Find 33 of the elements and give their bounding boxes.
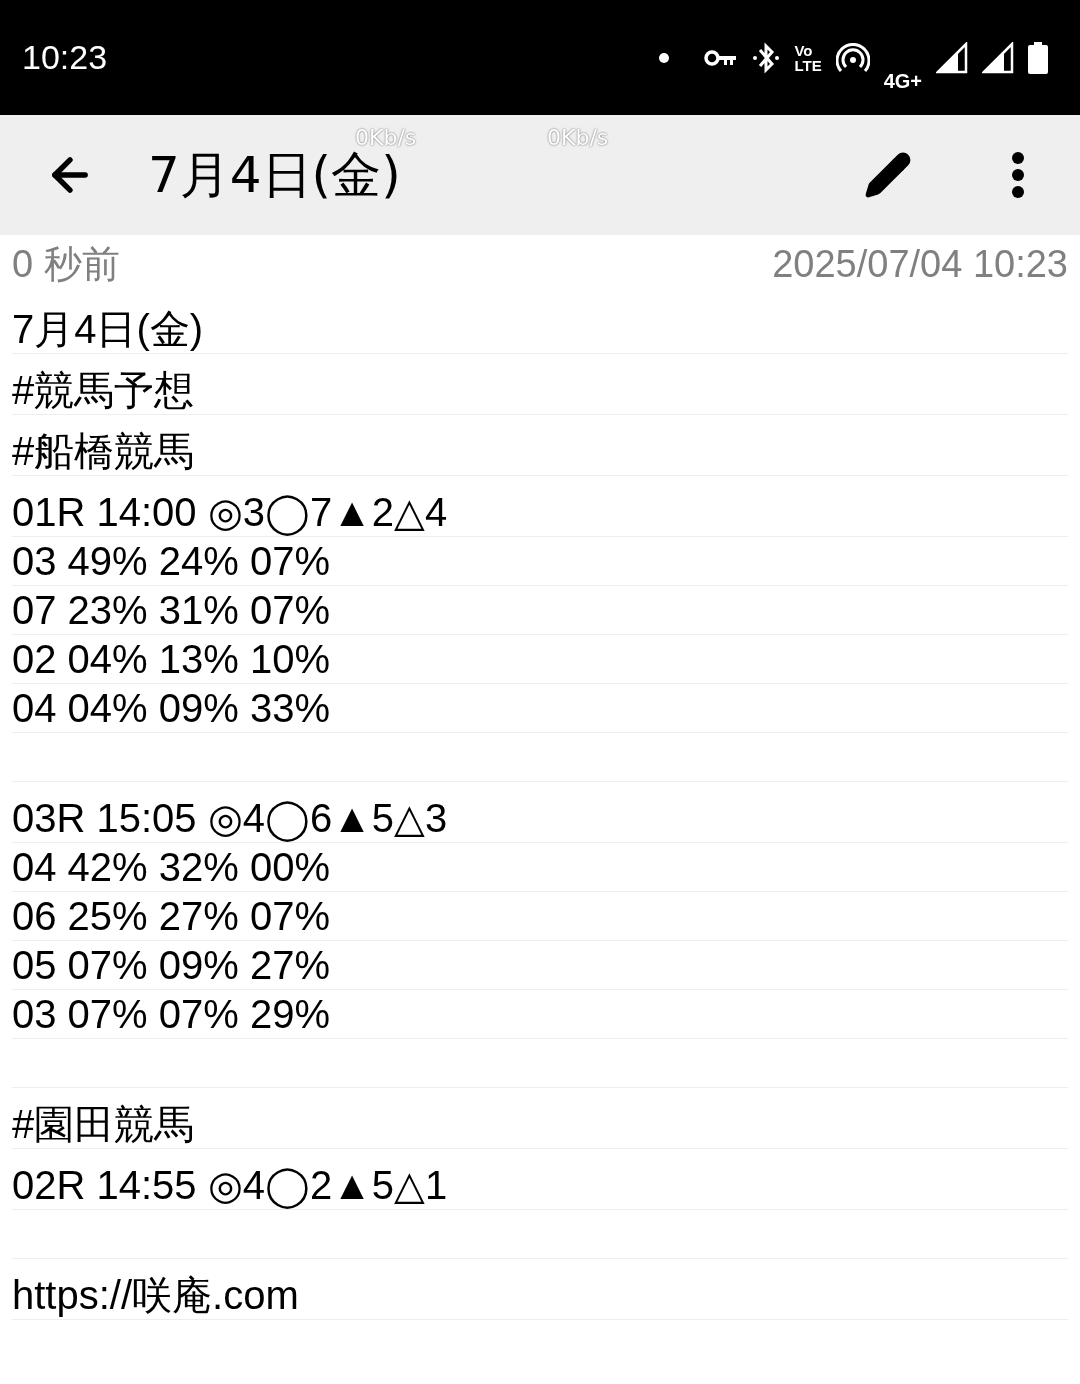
speed-overlay: 0Kb/s: [355, 126, 417, 150]
more-icon: [1011, 151, 1025, 199]
note-line: 03 07% 07% 29%: [12, 991, 330, 1038]
note-line: 03R 15:05 ◎4◯6▲5△3: [12, 795, 448, 842]
volte-icon: Vo LTE: [794, 42, 822, 73]
note-line: 03 49% 24% 07%: [12, 538, 330, 585]
note-line: 01R 14:00 ◎3◯7▲2△4: [12, 489, 448, 536]
toolbar-title: 7月4日(金): [148, 151, 401, 199]
timestamp: 2025/07/04 10:23: [772, 241, 1068, 287]
signal-icon: [982, 41, 1014, 74]
note-line: 02R 14:55 ◎4◯2▲5△1: [12, 1162, 448, 1209]
pencil-icon: [863, 150, 913, 200]
network-type: 4G+: [883, 68, 922, 94]
note-line: 02 04% 13% 10%: [12, 636, 330, 683]
clock: 10:23: [22, 37, 108, 78]
hotspot-icon: [835, 42, 870, 73]
bluetooth-icon: [752, 41, 781, 74]
note-line: #船橋競馬: [12, 428, 195, 475]
key-icon: [704, 48, 739, 67]
note-line: 06 25% 27% 07%: [12, 893, 330, 940]
note-line: 7月4日(金): [12, 306, 204, 353]
note-line: https://咲庵.com: [12, 1272, 299, 1319]
note-line: #競馬予想: [12, 367, 195, 414]
battery-icon: [1028, 41, 1048, 74]
note-line: 07 23% 31% 07%: [12, 587, 330, 634]
note-line: #園田競馬: [12, 1101, 195, 1148]
notification-dot-icon: [658, 51, 671, 64]
note-line: 05 07% 09% 27%: [12, 942, 330, 989]
signal-icon: [936, 41, 968, 74]
note-line: 04 04% 09% 33%: [12, 685, 330, 732]
speed-overlay: 0Kb/s: [547, 126, 609, 150]
note-line: 04 42% 32% 00%: [12, 844, 330, 891]
relative-time: 0 秒前: [12, 241, 120, 287]
